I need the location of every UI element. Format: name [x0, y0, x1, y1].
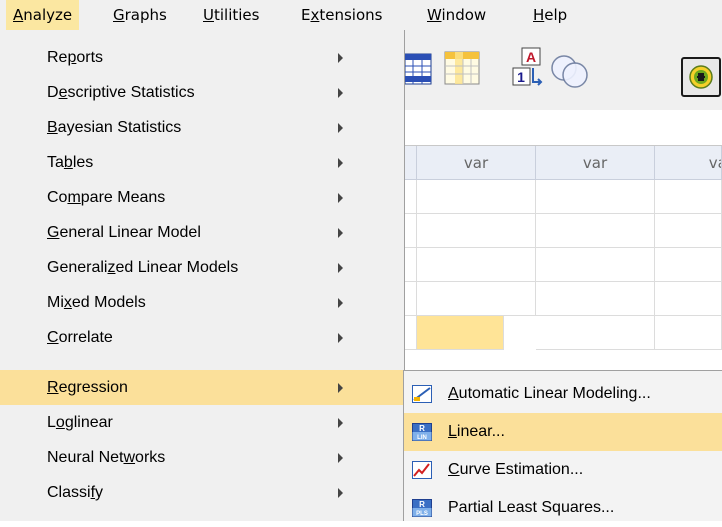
insert-variable-icon[interactable] — [444, 51, 480, 85]
column-header-var-3[interactable]: var — [655, 146, 722, 180]
row-cell — [405, 282, 417, 316]
table-cell[interactable] — [655, 248, 722, 282]
table-cell[interactable] — [655, 282, 722, 316]
svg-text:1: 1 — [517, 69, 525, 85]
submenu-item-partial-least-squares[interactable]: R PLS Partial Least Squares... — [404, 489, 722, 527]
insert-cases-icon[interactable] — [405, 53, 432, 85]
table-cell[interactable] — [536, 180, 655, 214]
menu-window[interactable]: Window — [420, 0, 493, 30]
menu-item-mixed-models[interactable]: Mixed Models — [0, 285, 404, 320]
analyze-menu: Reports Descriptive Statistics Bayesian … — [0, 30, 405, 521]
menu-item-tables[interactable]: Tables — [0, 145, 404, 180]
submenu-arrow-icon — [338, 298, 343, 308]
menu-item-descriptive-statistics[interactable]: Descriptive Statistics — [0, 75, 404, 110]
submenu-arrow-icon — [338, 333, 343, 343]
submenu-arrow-icon — [338, 453, 343, 463]
menu-graphs[interactable]: Graphs — [106, 0, 174, 30]
spelling-icon[interactable] — [681, 57, 721, 97]
toolbar: A 1 — [405, 30, 722, 110]
row-cell — [405, 248, 417, 282]
table-cell[interactable] — [417, 282, 536, 316]
column-header-var-2[interactable]: var — [536, 146, 655, 180]
row-header-column — [405, 146, 417, 180]
column-header-var-1[interactable]: var — [417, 146, 536, 180]
row-cell — [405, 180, 417, 214]
submenu-item-automatic-linear-modeling[interactable]: Automatic Linear Modeling... — [404, 375, 722, 413]
table-cell[interactable] — [417, 248, 536, 282]
menu-analyze[interactable]: Analyze — [6, 0, 80, 30]
submenu-arrow-icon — [338, 158, 343, 168]
menu-extensions[interactable]: Extensions — [294, 0, 389, 30]
regression-submenu: Automatic Linear Modeling... R LIN Linea… — [403, 370, 722, 521]
menu-item-neural-networks[interactable]: Neural Networks — [0, 440, 404, 475]
table-cell[interactable] — [536, 248, 655, 282]
submenu-arrow-icon — [338, 193, 343, 203]
svg-text:R: R — [419, 500, 425, 509]
menu-item-loglinear[interactable]: Loglinear — [0, 405, 404, 440]
menu-utilities[interactable]: Utilities — [196, 0, 266, 30]
svg-text:R: R — [419, 424, 425, 433]
table-cell[interactable] — [655, 316, 722, 350]
use-sets-icon[interactable] — [551, 55, 588, 88]
submenu-arrow-icon — [338, 53, 343, 63]
submenu-arrow-icon — [338, 88, 343, 98]
svg-text:A: A — [526, 49, 536, 65]
linear-regression-icon: R LIN — [412, 423, 432, 441]
submenu-arrow-icon — [338, 488, 343, 498]
row-cell — [405, 214, 417, 248]
submenu-arrow-icon — [338, 123, 343, 133]
menu-help[interactable]: Help — [526, 0, 574, 30]
submenu-arrow-icon — [338, 383, 343, 393]
table-cell[interactable] — [655, 180, 722, 214]
menu-item-reports[interactable]: Reports — [0, 40, 404, 75]
menu-item-generalized-linear-models[interactable]: Generalized Linear Models — [0, 250, 404, 285]
svg-text:PLS: PLS — [416, 511, 428, 517]
table-cell[interactable] — [536, 282, 655, 316]
menu-item-compare-means[interactable]: Compare Means — [0, 180, 404, 215]
menu-item-bayesian-statistics[interactable]: Bayesian Statistics — [0, 110, 404, 145]
table-cell[interactable] — [536, 316, 655, 350]
toolbar-icons: A 1 — [405, 47, 721, 97]
table-cell[interactable] — [417, 180, 536, 214]
menu-item-general-linear-model[interactable]: General Linear Model — [0, 215, 404, 250]
table-cell[interactable] — [536, 214, 655, 248]
submenu-item-curve-estimation[interactable]: Curve Estimation... — [404, 451, 722, 489]
cell-editor[interactable] — [405, 110, 722, 146]
submenu-item-linear[interactable]: R LIN Linear... — [404, 413, 722, 451]
table-cell[interactable] — [417, 214, 536, 248]
curve-estimation-icon — [412, 461, 432, 479]
selected-cell[interactable] — [417, 316, 504, 350]
partial-least-squares-icon: R PLS — [412, 499, 432, 517]
menubar: Analyze Graphs Utilities Extensions Wind… — [0, 0, 722, 30]
row-cell — [405, 316, 417, 350]
submenu-arrow-icon — [338, 228, 343, 238]
value-labels-icon[interactable]: A 1 — [512, 47, 543, 86]
menu-item-correlate[interactable]: Correlate — [0, 320, 404, 355]
automatic-linear-modeling-icon — [412, 385, 432, 403]
submenu-arrow-icon — [338, 263, 343, 273]
menu-item-regression[interactable]: Regression — [0, 370, 404, 405]
table-cell[interactable] — [655, 214, 722, 248]
submenu-arrow-icon — [338, 418, 343, 428]
svg-text:LIN: LIN — [417, 435, 427, 441]
menu-item-classify[interactable]: Classify — [0, 475, 404, 510]
